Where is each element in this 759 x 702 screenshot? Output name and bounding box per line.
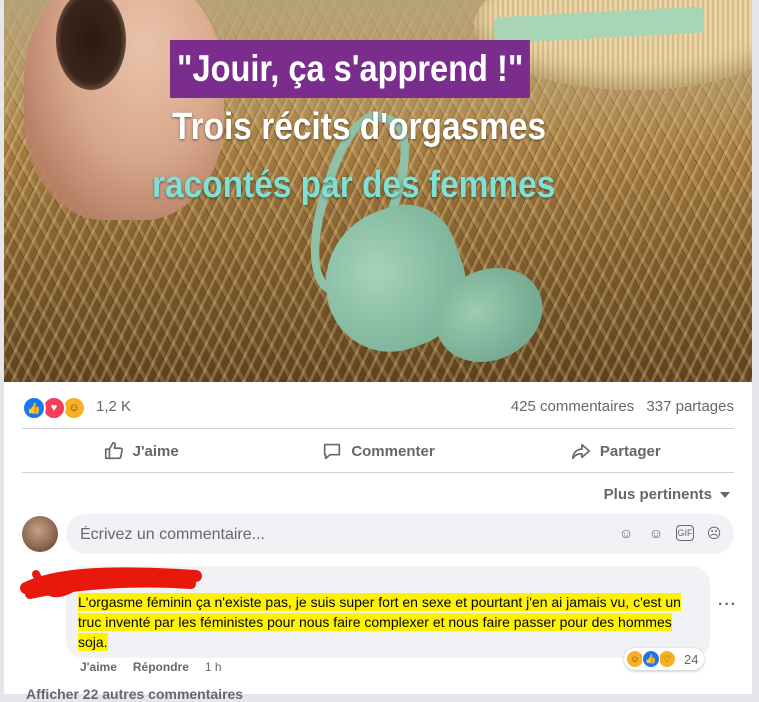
chevron-down-icon bbox=[720, 491, 730, 498]
like-icon: 👍 bbox=[22, 396, 46, 420]
comment-like-link[interactable]: J'aime bbox=[80, 660, 117, 674]
comment-reactions[interactable]: ☺ 👍 ♡ 24 bbox=[624, 648, 705, 670]
avatar[interactable] bbox=[22, 516, 58, 552]
comment-actions: J'aime Répondre 1 h bbox=[80, 660, 222, 674]
post-image[interactable]: "Jouir, ça s'apprend !" Trois récits d'o… bbox=[4, 0, 752, 382]
thumbs-up-icon bbox=[104, 441, 123, 460]
comment-input[interactable] bbox=[78, 514, 582, 556]
image-subtitle-line1: Trois récits d'orgasmes bbox=[172, 106, 547, 148]
divider bbox=[22, 472, 734, 473]
like-button[interactable]: J'aime bbox=[22, 432, 259, 470]
comment-button[interactable]: Commenter bbox=[259, 432, 496, 470]
share-button-label: Partager bbox=[599, 442, 661, 460]
comment-reaction-count: 24 bbox=[684, 651, 699, 667]
sticker-icon[interactable]: ☹ bbox=[704, 523, 724, 543]
more-options-icon[interactable]: ··· bbox=[718, 596, 737, 614]
post-stats-bar: 👍 ♥ ☺ 1,2 K 425 commentaires 337 partage… bbox=[22, 392, 734, 422]
reaction-count[interactable]: 1,2 K bbox=[96, 398, 131, 415]
divider bbox=[22, 428, 734, 429]
reaction-icons[interactable]: 👍 ♥ ☺ bbox=[22, 396, 86, 420]
comments-count-link[interactable]: 425 commentaires bbox=[511, 398, 634, 415]
post-card: "Jouir, ça s'apprend !" Trois récits d'o… bbox=[4, 0, 752, 702]
comment-composer: ☺ ☺ GIF ☹ bbox=[66, 514, 734, 556]
sort-label: Plus pertinents bbox=[603, 486, 712, 503]
post-actions: J'aime Commenter Partager bbox=[22, 432, 734, 470]
like-button-label: J'aime bbox=[132, 442, 179, 460]
share-arrow-icon bbox=[571, 443, 590, 460]
emoji-icon[interactable]: ☺ bbox=[646, 523, 666, 543]
redacted-name-scribble bbox=[20, 567, 202, 599]
comment-timestamp[interactable]: 1 h bbox=[205, 660, 222, 674]
gif-icon[interactable]: GIF bbox=[676, 525, 694, 541]
avatar-sticker-icon[interactable]: ☺ bbox=[616, 523, 636, 543]
comment-bubble-icon bbox=[324, 443, 341, 460]
image-headline: "Jouir, ça s'apprend !" bbox=[170, 40, 531, 98]
show-more-comments-link[interactable]: Afficher 22 autres commentaires bbox=[26, 686, 243, 702]
care-icon: ♡ bbox=[658, 650, 676, 668]
comment-sort-dropdown[interactable]: Plus pertinents bbox=[604, 486, 730, 503]
like-icon: 👍 bbox=[642, 650, 660, 668]
comment-button-label: Commenter bbox=[351, 442, 435, 460]
shares-count-link[interactable]: 337 partages bbox=[646, 398, 734, 415]
image-subtitle-line2: racontés par des femmes bbox=[152, 164, 556, 206]
share-button[interactable]: Partager bbox=[497, 432, 734, 470]
comment-reply-link[interactable]: Répondre bbox=[133, 660, 189, 674]
